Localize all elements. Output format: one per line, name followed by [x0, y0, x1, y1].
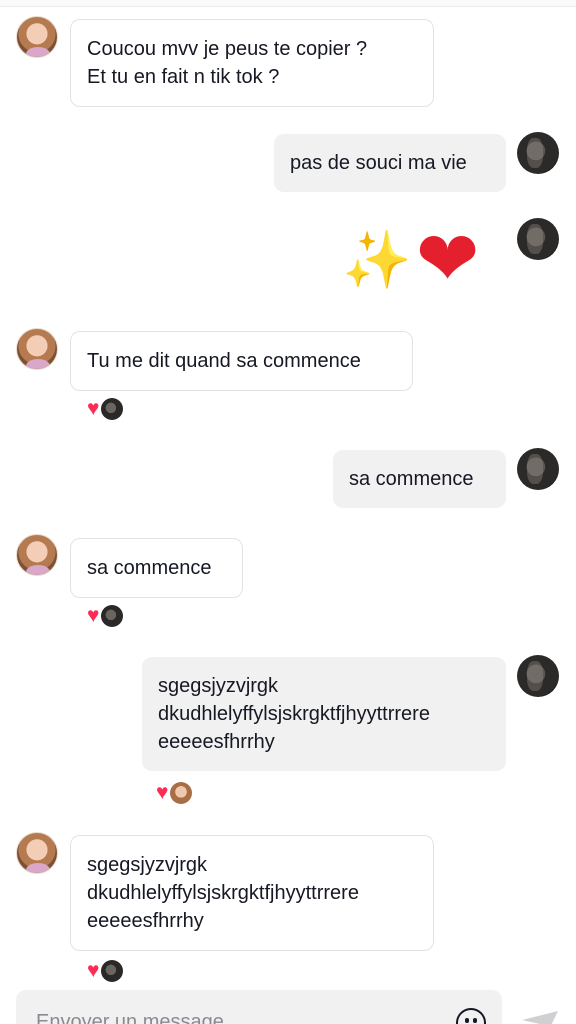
heart-icon: ♥ [87, 959, 100, 982]
my-avatar[interactable] [517, 132, 559, 174]
message-reaction[interactable]: ♥ [87, 397, 124, 420]
message-reaction[interactable]: ♥ [87, 604, 124, 627]
contact-avatar[interactable] [16, 832, 58, 874]
heart-icon: ♥ [87, 397, 100, 420]
message-input[interactable] [34, 1010, 438, 1024]
my-avatar[interactable] [517, 218, 559, 260]
message-bubble-outgoing[interactable]: pas de souci ma vie [274, 134, 506, 192]
message-reaction[interactable]: ♥ [156, 781, 193, 804]
message-bubble-outgoing[interactable]: sa commence [333, 450, 506, 508]
send-icon[interactable] [520, 1008, 560, 1024]
heart-icon: ♥ [87, 604, 100, 627]
header-divider [0, 0, 576, 7]
message-bubble-incoming[interactable]: Tu me dit quand sa commence [70, 331, 413, 391]
emoji-message[interactable]: ✨ ❤ [342, 222, 479, 298]
message-reaction[interactable]: ♥ [87, 959, 124, 982]
reactor-avatar [170, 782, 193, 804]
message-bubble-outgoing[interactable]: sgegsjyzvjrgk dkudhlelyffylsjskrgktfjhyy… [142, 657, 506, 771]
sparkles-icon: ✨ [342, 228, 412, 291]
message-composer [16, 990, 502, 1024]
my-avatar[interactable] [517, 448, 559, 490]
reactor-avatar [101, 605, 124, 627]
my-avatar[interactable] [517, 655, 559, 697]
smiley-icon[interactable] [456, 1008, 486, 1024]
message-bubble-incoming[interactable]: sa commence [70, 538, 243, 598]
heart-icon: ❤ [415, 217, 480, 302]
reactor-avatar [101, 960, 124, 982]
contact-avatar[interactable] [16, 534, 58, 576]
message-bubble-incoming[interactable]: Coucou mvv je peus te copier ? Et tu en … [70, 19, 434, 107]
contact-avatar[interactable] [16, 16, 58, 58]
heart-icon: ♥ [156, 781, 169, 804]
message-bubble-incoming[interactable]: sgegsjyzvjrgk dkudhlelyffylsjskrgktfjhyy… [70, 835, 434, 951]
chat-screen: Coucou mvv je peus te copier ? Et tu en … [0, 0, 576, 1024]
contact-avatar[interactable] [16, 328, 58, 370]
reactor-avatar [101, 398, 124, 420]
